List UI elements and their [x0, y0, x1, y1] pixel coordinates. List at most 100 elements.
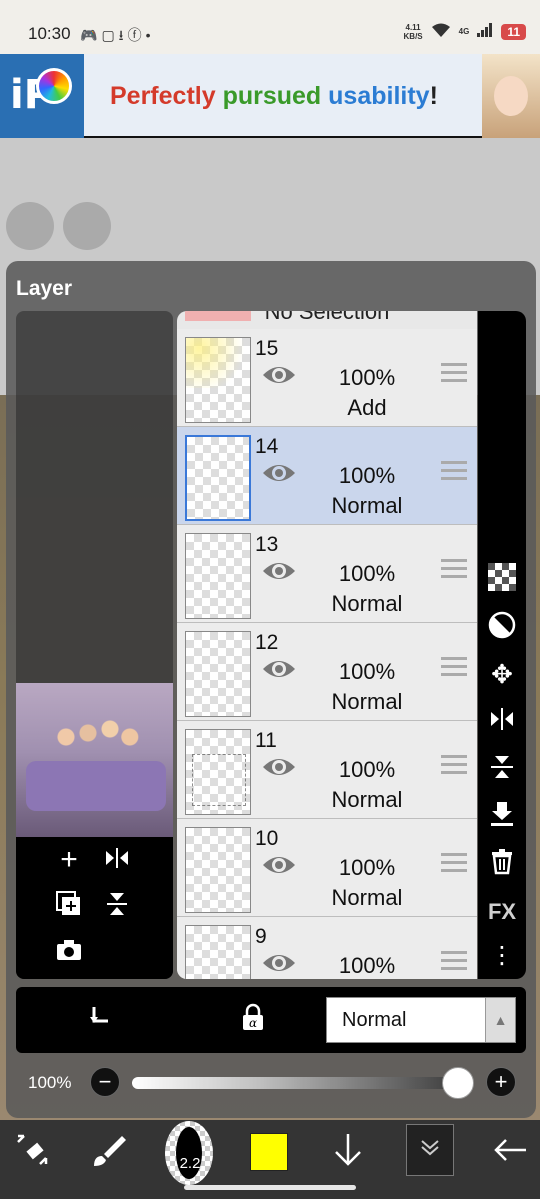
signal-icon	[477, 23, 493, 40]
layer-row-15[interactable]: 15 100% Add	[177, 329, 477, 427]
flip-horizontal-icon[interactable]	[485, 705, 519, 739]
checker-icon[interactable]	[485, 563, 519, 597]
layer-row-12[interactable]: 12 100% Normal	[177, 623, 477, 721]
brush-tool-icon[interactable]	[84, 1130, 132, 1178]
layer-opacity: 100%	[338, 953, 396, 978]
flip-vertical-icon[interactable]	[100, 889, 134, 923]
layer-blend-mode: Normal	[331, 885, 403, 910]
status-bar: 10:30 🎮▢⭳ⓕ• 4.11 KB/S 4G 11	[0, 0, 540, 54]
clipping-icon[interactable]	[84, 1003, 118, 1037]
drag-handle-icon[interactable]	[441, 363, 467, 383]
invert-icon[interactable]	[485, 611, 519, 645]
layer-number: 15	[255, 337, 279, 360]
layer-opacity: 100%	[338, 463, 396, 488]
color-swatch[interactable]	[250, 1133, 288, 1171]
dropdown-arrow-icon: ▲	[485, 998, 515, 1042]
add-layer-icon[interactable]: +	[52, 843, 86, 877]
duplicate-layer-icon[interactable]	[52, 889, 86, 923]
eye-icon[interactable]	[261, 951, 297, 975]
layer-opacity: 100%	[338, 757, 396, 782]
game-icon: 🎮	[80, 27, 102, 43]
eye-icon[interactable]	[261, 853, 297, 877]
layer-blend-mode: Add	[347, 395, 387, 420]
layer-thumbnail	[185, 435, 251, 521]
eye-icon[interactable]	[261, 755, 297, 779]
ad-character-image	[482, 54, 540, 138]
eye-icon[interactable]	[261, 657, 297, 681]
layer-opacity: 100%	[338, 659, 396, 684]
layer-opacity: 100%	[338, 855, 396, 880]
facebook-icon: ⓕ	[127, 27, 146, 43]
blend-bar: α Normal ▲	[16, 987, 526, 1053]
blend-mode-select[interactable]: Normal ▲	[326, 997, 516, 1043]
eye-icon[interactable]	[261, 461, 297, 485]
layer-opacity: 100%	[338, 561, 396, 586]
fx-button[interactable]: FX	[485, 895, 519, 929]
canvas-thumbnail[interactable]	[16, 683, 173, 837]
status-right: 4.11 KB/S 4G 11	[404, 22, 526, 41]
layer-panel: Layer + No Selection 15 100% Add 14 100%…	[6, 261, 536, 1118]
layer-number: 13	[255, 533, 279, 556]
blend-mode-value: Normal	[342, 1009, 407, 1031]
eye-icon[interactable]	[261, 363, 297, 387]
layer-opacity: 100%	[338, 365, 396, 390]
flip-vertical-icon[interactable]	[485, 753, 519, 787]
trash-icon[interactable]	[485, 847, 519, 881]
layer-thumbnail	[185, 729, 251, 815]
ad-logo: iP	[0, 54, 84, 138]
drag-handle-icon[interactable]	[441, 951, 467, 971]
opacity-control: 100% − +	[16, 1063, 526, 1103]
more-icon[interactable]: ⋮	[485, 939, 519, 973]
layer-thumbnail	[185, 925, 251, 979]
drag-handle-icon[interactable]	[441, 559, 467, 579]
back-arrow-icon[interactable]	[486, 1130, 534, 1178]
undo-button[interactable]	[6, 202, 54, 250]
opacity-label: 100%	[28, 1073, 72, 1092]
svg-text:α: α	[249, 1016, 257, 1030]
layer-number: 12	[255, 631, 279, 654]
home-indicator	[184, 1185, 356, 1190]
status-notification-icons: 🎮▢⭳ⓕ•	[80, 25, 154, 49]
transform-eraser-icon[interactable]	[8, 1130, 56, 1178]
layer-row-9[interactable]: 9 100%	[177, 917, 477, 979]
flip-horizontal-icon[interactable]	[100, 843, 134, 877]
opacity-slider[interactable]	[132, 1077, 458, 1089]
layer-row-11[interactable]: 11 100% Normal	[177, 721, 477, 819]
layer-row-13[interactable]: 13 100% Normal	[177, 525, 477, 623]
drag-handle-icon[interactable]	[441, 853, 467, 873]
status-time: 10:30	[28, 24, 71, 43]
panel-title: Layer	[16, 277, 73, 300]
layer-number: 14	[255, 435, 279, 458]
opacity-decrease-button[interactable]: −	[90, 1067, 120, 1097]
arrow-down-icon[interactable]	[324, 1130, 372, 1178]
redo-button[interactable]	[63, 202, 111, 250]
eye-icon[interactable]	[261, 559, 297, 583]
move-icon[interactable]: ✥	[485, 657, 519, 691]
drag-handle-icon[interactable]	[441, 657, 467, 677]
layer-thumbnail	[185, 337, 251, 423]
layer-menu-button[interactable]	[406, 1124, 454, 1176]
opacity-increase-button[interactable]: +	[486, 1067, 516, 1097]
net-speed: 4.11 KB/S	[403, 22, 423, 41]
layer-blend-mode: Normal	[331, 493, 403, 518]
brush-size-preview[interactable]: 2.2	[165, 1121, 213, 1185]
screenshot-icon: ▢	[101, 27, 119, 43]
alpha-lock-icon[interactable]: α	[236, 1003, 270, 1037]
opacity-slider-thumb[interactable]	[442, 1067, 474, 1099]
layer-blend-mode: Normal	[331, 591, 403, 616]
layer-thumbnail	[185, 827, 251, 913]
layer-thumbnail	[185, 533, 251, 619]
color-wheel-icon	[36, 68, 72, 104]
ad-banner[interactable]: iP Perfectly pursued usability!	[0, 54, 540, 138]
dot-icon: •	[145, 27, 155, 43]
merge-down-icon[interactable]	[485, 799, 519, 833]
layer-row-10[interactable]: 10 100% Normal	[177, 819, 477, 917]
camera-icon[interactable]	[52, 935, 86, 969]
layer-list[interactable]: No Selection 15 100% Add 14 100% Normal …	[177, 311, 477, 979]
layer-row-14[interactable]: 14 100% Normal	[177, 427, 477, 525]
drag-handle-icon[interactable]	[441, 755, 467, 775]
selection-layer-label[interactable]: No Selection	[177, 311, 477, 323]
layer-number: 11	[255, 729, 277, 752]
drag-handle-icon[interactable]	[441, 461, 467, 481]
layer-number: 10	[255, 827, 279, 850]
